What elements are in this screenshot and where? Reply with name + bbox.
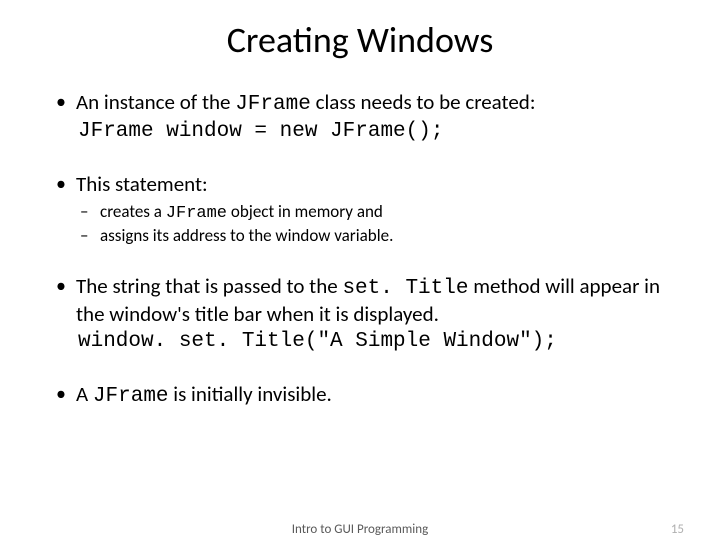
page-number: 15 [671, 522, 684, 537]
bullet-3-code: set. Title [342, 277, 468, 300]
bullet-2-sub1: creates a JFrame object in memory and [76, 202, 672, 224]
bullet-1-codeline: JFrame window = new JFrame(); [76, 119, 672, 144]
bullet-3: The string that is passed to the set. Ti… [48, 274, 672, 354]
bullet-1-text-post: class needs to be created: [311, 89, 536, 115]
slide-title: Creating Windows [48, 18, 672, 62]
bullet-1-text-pre: An instance of the [76, 89, 235, 115]
bullet-list: An instance of the JFrame class needs to… [48, 90, 672, 409]
bullet-1-code: JFrame [235, 93, 311, 116]
bullet-4-text-post: is initially invisible. [169, 381, 332, 407]
bullet-4-text-pre: A [76, 381, 93, 407]
bullet-3-codeline: window. set. Title("A Simple Window"); [76, 329, 672, 354]
bullet-2-sub2-text: assigns its address to the window variab… [100, 225, 393, 246]
bullet-2-sub1-post: object in memory and [227, 201, 383, 222]
bullet-2-sub1-pre: creates a [100, 201, 166, 222]
bullet-2-sub2: assigns its address to the window variab… [76, 226, 672, 246]
bullet-2: This statement: creates a JFrame object … [48, 172, 672, 246]
bullet-2-text: This statement: [76, 171, 208, 197]
bullet-2-sub1-code: JFrame [166, 204, 227, 223]
footer-center-text: Intro to GUI Programming [292, 522, 428, 537]
bullet-1: An instance of the JFrame class needs to… [48, 90, 672, 144]
bullet-4-code: JFrame [93, 385, 169, 408]
bullet-4: A JFrame is initially invisible. [48, 382, 672, 409]
bullet-2-sublist: creates a JFrame object in memory and as… [76, 202, 672, 247]
bullet-3-text-pre: The string that is passed to the [76, 273, 342, 299]
